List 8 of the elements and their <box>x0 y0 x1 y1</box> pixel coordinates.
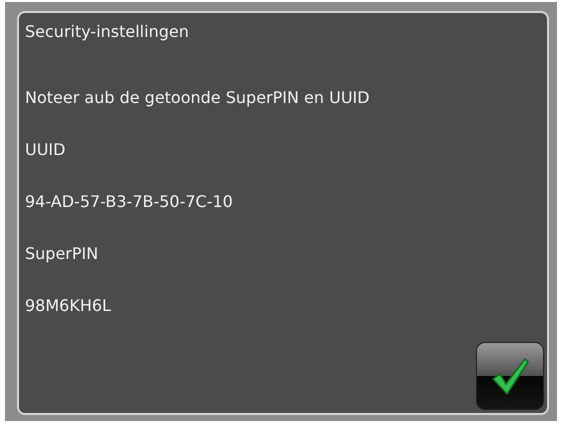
info-text: UUID <box>25 139 66 161</box>
info-text: Noteer aub de getoonde SuperPIN en UUID <box>25 87 371 109</box>
checkmark-icon <box>489 355 531 397</box>
dialog-title: Security-instellingen <box>25 21 190 43</box>
info-text: SuperPIN <box>25 243 100 265</box>
info-text: 98M6KH6L <box>25 295 112 317</box>
confirm-button[interactable] <box>476 342 544 410</box>
info-text: 94-AD-57-B3-7B-50-7C-10 <box>25 191 234 213</box>
